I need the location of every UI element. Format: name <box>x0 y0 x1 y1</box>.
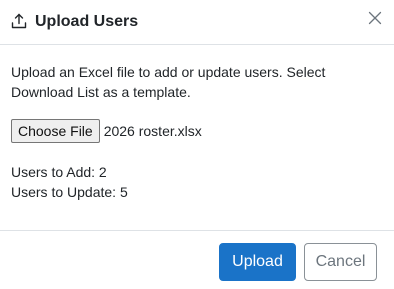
upload-users-dialog: Upload Users Upload an Excel file to add… <box>0 0 394 289</box>
file-input[interactable]: Choose File 2026 roster.xlsx <box>11 119 202 143</box>
choose-file-button[interactable]: Choose File <box>11 119 100 143</box>
dialog-title: Upload Users <box>35 13 139 30</box>
upload-description: Upload an Excel file to add or update us… <box>11 64 326 100</box>
users-to-update-count: Users to Update: 5 <box>11 184 128 200</box>
close-icon[interactable] <box>367 10 383 26</box>
upload-button[interactable]: Upload <box>219 243 296 281</box>
dialog-footer: Upload Cancel <box>0 230 394 289</box>
dialog-body: Upload an Excel file to add or update us… <box>0 45 394 231</box>
selected-file-name: 2026 roster.xlsx <box>103 123 202 139</box>
users-to-add-count: Users to Add: 2 <box>11 164 107 180</box>
cancel-button[interactable]: Cancel <box>304 243 377 281</box>
upload-icon <box>11 13 27 29</box>
dialog-header: Upload Users <box>0 0 394 45</box>
